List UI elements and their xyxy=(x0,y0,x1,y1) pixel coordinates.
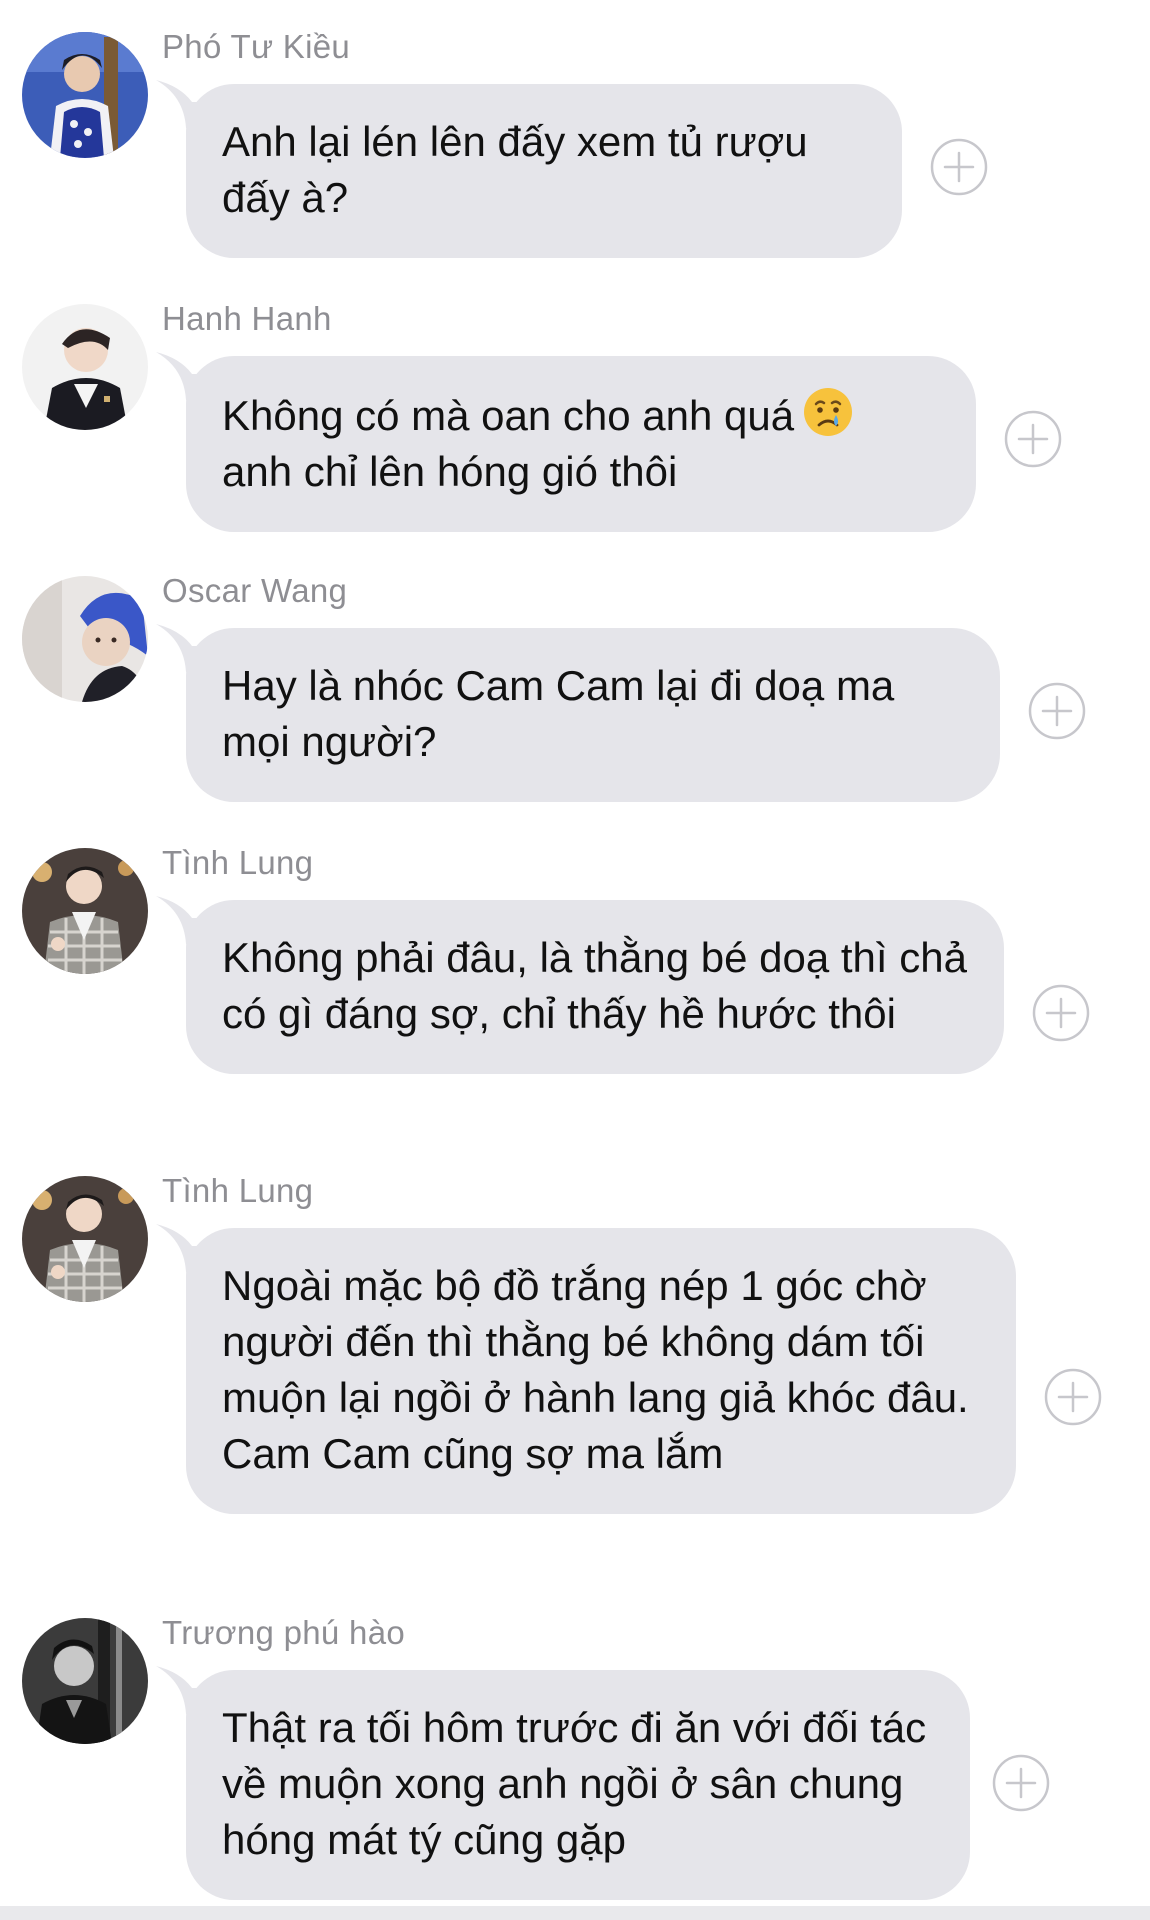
add-reaction-icon[interactable] xyxy=(992,1754,1050,1812)
message-bubble[interactable]: Hay là nhóc Cam Cam lại đi doạ ma mọi ng… xyxy=(156,624,1000,802)
add-reaction-icon[interactable] xyxy=(1032,984,1090,1042)
sender-name: Trương phú hào xyxy=(162,1614,406,1651)
sender-name: Oscar Wang xyxy=(162,572,348,609)
message-text: Không phải đâu, là thằng bé doạ thì chả … xyxy=(222,934,967,1037)
bottom-edge xyxy=(0,1906,1150,1920)
message-text: Hay là nhóc Cam Cam lại đi doạ ma mọi ng… xyxy=(222,662,895,765)
message-bubble[interactable]: Không có mà oan cho anh quá anh chỉ lên … xyxy=(156,352,976,532)
message-bubble[interactable]: Ngoài mặc bộ đồ trắng nép 1 góc chờ ngườ… xyxy=(156,1224,1016,1514)
message-text: Không có mà oan cho anh quá anh chỉ lên … xyxy=(222,386,940,500)
message-text: Ngoài mặc bộ đồ trắng nép 1 góc chờ ngườ… xyxy=(222,1262,969,1477)
bubble-tail xyxy=(156,624,216,672)
message-bubble[interactable]: Không phải đâu, là thằng bé doạ thì chả … xyxy=(156,896,1004,1074)
sender-avatar[interactable] xyxy=(22,848,148,974)
sender-avatar[interactable] xyxy=(22,1176,148,1302)
sender-avatar[interactable] xyxy=(22,32,148,158)
bubble-tail xyxy=(156,1666,216,1714)
message-bubble[interactable]: Thật ra tối hôm trước đi ăn với đối tác … xyxy=(156,1666,970,1900)
sender-avatar[interactable] xyxy=(22,304,148,430)
message-line: Không có mà oan cho anh quá xyxy=(222,392,795,439)
message-text: Thật ra tối hôm trước đi ăn với đối tác … xyxy=(222,1704,927,1863)
message-text: Anh lại lén lên đấy xem tủ rượu đấy à? xyxy=(222,118,808,221)
bubble-tail xyxy=(156,1224,216,1272)
add-reaction-icon[interactable] xyxy=(930,138,988,196)
add-reaction-icon[interactable] xyxy=(1044,1368,1102,1426)
sender-name: Tình Lung xyxy=(162,844,314,881)
add-reaction-icon[interactable] xyxy=(1004,410,1062,468)
bubble-tail xyxy=(156,896,216,944)
crying-face-emoji xyxy=(802,386,854,438)
bubble-tail xyxy=(156,80,216,128)
sender-avatar[interactable] xyxy=(22,1618,148,1744)
sender-name: Tình Lung xyxy=(162,1172,314,1209)
bubble-tail xyxy=(156,352,216,400)
add-reaction-icon[interactable] xyxy=(1028,682,1086,740)
message-bubble[interactable]: Anh lại lén lên đấy xem tủ rượu đấy à? xyxy=(156,80,902,258)
sender-name: Hanh Hanh xyxy=(162,300,332,337)
message-line: anh chỉ lên hóng gió thôi xyxy=(222,448,678,495)
sender-avatar[interactable] xyxy=(22,576,148,702)
sender-name: Phó Tư Kiều xyxy=(162,28,351,65)
